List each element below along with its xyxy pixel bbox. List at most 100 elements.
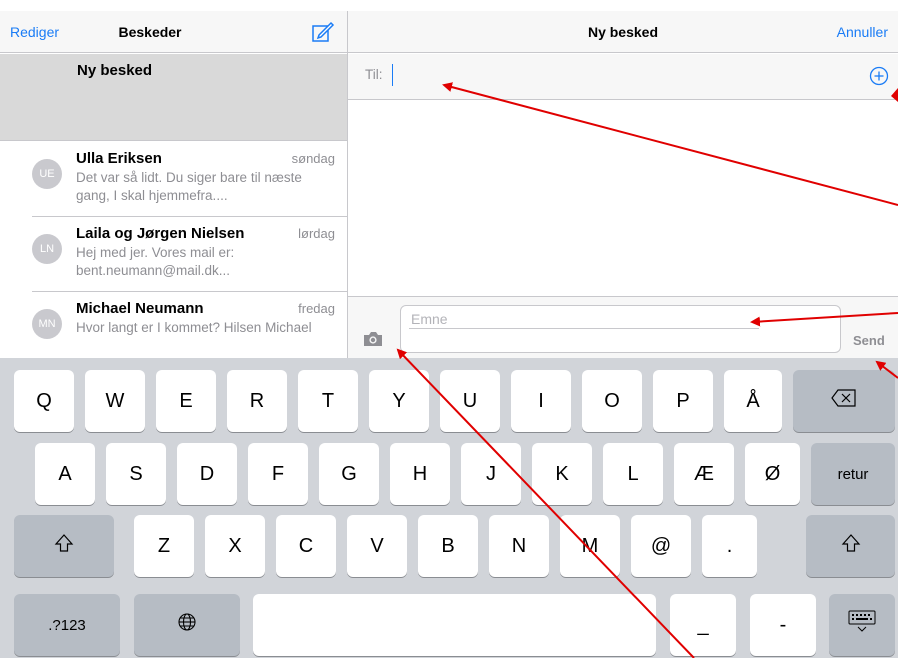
conversation-row[interactable]: UE Ulla Eriksen søndag Det var så lidt. … — [0, 142, 347, 217]
key-at[interactable]: @ — [631, 515, 691, 577]
key-j[interactable]: J — [461, 443, 521, 505]
send-button[interactable]: Send — [853, 333, 885, 348]
backspace-icon — [830, 388, 858, 414]
key-e[interactable]: E — [156, 370, 216, 432]
key-label: C — [298, 534, 314, 557]
key-k[interactable]: K — [532, 443, 592, 505]
key-label: K — [555, 462, 569, 485]
key-oe[interactable]: Ø — [745, 443, 800, 505]
key-a[interactable]: A — [35, 443, 95, 505]
globe-key[interactable] — [134, 594, 240, 656]
avatar: MN — [32, 309, 62, 339]
key-ae[interactable]: Æ — [674, 443, 734, 505]
key-y[interactable]: Y — [369, 370, 429, 432]
key-d[interactable]: D — [177, 443, 237, 505]
key-label: _ — [697, 613, 709, 636]
key-q[interactable]: Q — [14, 370, 74, 432]
key-g[interactable]: G — [319, 443, 379, 505]
recipient-input[interactable] — [392, 64, 852, 86]
key-i[interactable]: I — [511, 370, 571, 432]
key-label: . — [726, 534, 733, 557]
to-label: Til: — [365, 67, 383, 82]
key-s[interactable]: S — [106, 443, 166, 505]
messages-title: Beskeder — [118, 24, 182, 40]
key-x[interactable]: X — [205, 515, 265, 577]
conversation-row[interactable]: MN Michael Neumann fredag Hvor langt er … — [0, 292, 347, 358]
key-r[interactable]: R — [227, 370, 287, 432]
subject-divider — [409, 328, 759, 329]
key-u[interactable]: U — [440, 370, 500, 432]
key-label: Z — [157, 534, 171, 557]
key-o[interactable]: O — [582, 370, 642, 432]
key-label: L — [627, 462, 639, 485]
key-f[interactable]: F — [248, 443, 308, 505]
hide-keyboard-key[interactable] — [829, 594, 895, 656]
avatar: LN — [32, 234, 62, 264]
backspace-key[interactable] — [793, 370, 895, 432]
conversation-day: søndag — [291, 151, 335, 166]
key-label: O — [604, 389, 620, 412]
key-label: B — [441, 534, 455, 557]
key-label: J — [486, 462, 496, 485]
compose-bar: Send — [348, 296, 898, 358]
key-m[interactable]: M — [560, 515, 620, 577]
key-v[interactable]: V — [347, 515, 407, 577]
conversation-preview: Det var så lidt. Du siger bare til næste… — [76, 170, 302, 203]
conversation-preview: Hvor langt er I kommet? Hilsen Michael — [76, 320, 312, 335]
key-label: Ø — [764, 462, 781, 485]
key-underscore[interactable]: _ — [670, 594, 736, 656]
key-l[interactable]: L — [603, 443, 663, 505]
key-label: H — [412, 462, 428, 485]
key-label: Æ — [694, 462, 714, 485]
message-compose-field — [400, 305, 841, 353]
key-h[interactable]: H — [390, 443, 450, 505]
key-label: retur — [837, 465, 869, 483]
shift-key-left[interactable] — [14, 515, 114, 577]
messages-list-pane: Rediger Beskeder Ny besked UE Ulla Eriks… — [0, 11, 348, 358]
message-body-input[interactable] — [409, 332, 833, 352]
key-label: I — [538, 389, 544, 412]
conversation-day: lørdag — [298, 226, 335, 241]
conversation-row[interactable]: LN Laila og Jørgen Nielsen lørdag Hej me… — [0, 217, 347, 292]
keyboard-hide-icon — [847, 610, 877, 640]
key-label: U — [462, 389, 478, 412]
space-key[interactable] — [253, 594, 656, 656]
conversation-name: Laila og Jørgen Nielsen — [76, 225, 245, 242]
key-w[interactable]: W — [85, 370, 145, 432]
return-key[interactable]: retur — [811, 443, 895, 505]
messages-list-header: Rediger Beskeder — [0, 11, 347, 53]
key-label: @ — [650, 534, 672, 557]
conversation-name: Michael Neumann — [76, 300, 204, 317]
shift-icon — [841, 533, 861, 559]
key-label: Å — [746, 389, 760, 412]
key-n[interactable]: N — [489, 515, 549, 577]
key-p[interactable]: P — [653, 370, 713, 432]
key-label: G — [341, 462, 357, 485]
key-label: P — [676, 389, 690, 412]
new-message-row[interactable]: Ny besked — [0, 54, 347, 141]
key-dash[interactable]: - — [750, 594, 816, 656]
shift-icon — [54, 533, 74, 559]
subject-input[interactable] — [409, 308, 758, 330]
key-label: T — [321, 389, 335, 412]
key-label: D — [199, 462, 215, 485]
key-c[interactable]: C — [276, 515, 336, 577]
key-label: E — [179, 389, 193, 412]
compose-icon[interactable] — [311, 21, 335, 43]
cancel-button[interactable]: Annuller — [837, 24, 888, 40]
key-period[interactable]: . — [702, 515, 757, 577]
key-aa[interactable]: Å — [724, 370, 782, 432]
message-thread-area — [348, 101, 898, 296]
new-message-header: Ny besked Annuller — [348, 11, 898, 53]
key-t[interactable]: T — [298, 370, 358, 432]
globe-icon — [177, 612, 197, 638]
key-z[interactable]: Z — [134, 515, 194, 577]
numbers-key[interactable]: .?123 — [14, 594, 120, 656]
shift-key-right[interactable] — [806, 515, 895, 577]
key-label: Q — [36, 389, 52, 412]
camera-icon[interactable] — [362, 330, 384, 348]
plus-circle-icon[interactable] — [869, 66, 889, 86]
key-b[interactable]: B — [418, 515, 478, 577]
key-label: M — [581, 534, 599, 557]
key-label: - — [779, 613, 787, 636]
